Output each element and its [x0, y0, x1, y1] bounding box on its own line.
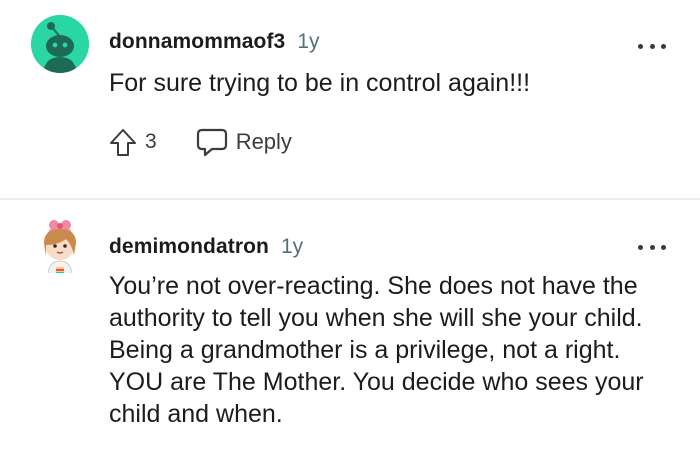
avatar[interactable] — [30, 215, 88, 273]
custom-avatar-icon — [44, 220, 76, 273]
vote-count: 3 — [145, 130, 157, 153]
comment-actions: 3 Reply — [107, 126, 292, 158]
comment-bubble-icon[interactable] — [195, 126, 229, 158]
upvote-button[interactable]: 3 — [107, 126, 157, 158]
avatar[interactable] — [31, 15, 89, 73]
more-options-icon[interactable] — [638, 36, 666, 56]
reply-button[interactable]: Reply — [195, 126, 292, 158]
comment-header: donnamommaof3 1y — [109, 30, 320, 54]
username[interactable]: demimondatron — [109, 235, 269, 259]
username[interactable]: donnamommaof3 — [109, 30, 285, 54]
upvote-arrow-icon[interactable] — [107, 126, 139, 158]
comment-age: 1y — [297, 30, 320, 53]
comment: demimondatron 1y You’re not over-reactin… — [0, 200, 700, 459]
more-options-icon[interactable] — [638, 237, 666, 257]
reply-label: Reply — [235, 129, 292, 154]
comment-age: 1y — [280, 235, 304, 258]
snoo-avatar-icon — [31, 15, 89, 73]
comment-header: demimondatron 1y — [109, 235, 303, 259]
comment-body: You’re not over-reacting. She does not h… — [109, 272, 644, 428]
comment: donnamommaof3 1y For sure trying to be i… — [0, 0, 700, 198]
comment-body: For sure trying to be in control again!!… — [109, 69, 531, 97]
